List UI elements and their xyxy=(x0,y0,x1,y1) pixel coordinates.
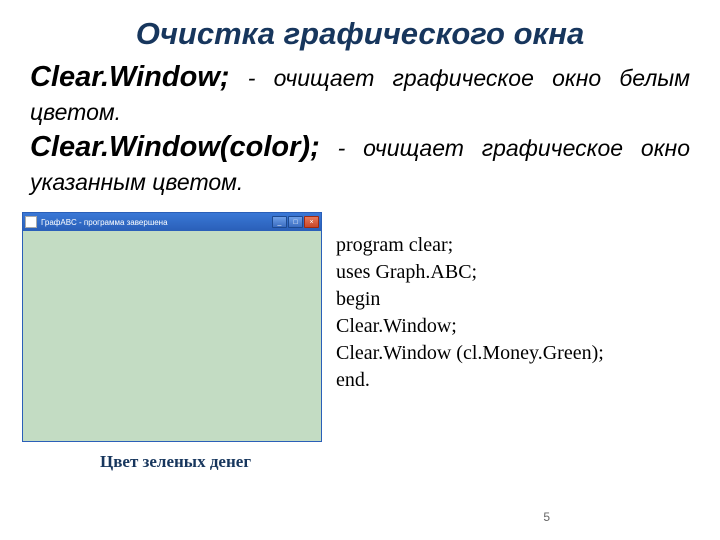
close-button[interactable]: × xyxy=(304,216,319,228)
code-line: Clear.Window; xyxy=(336,313,604,340)
paragraph-1: Clear.Window; - очищает графическое окно… xyxy=(0,58,720,128)
maximize-button[interactable]: □ xyxy=(288,216,303,228)
window-titlebar: ГрафABC - программа завершена _ □ × xyxy=(23,213,321,231)
proc-name-2: Clear.Window(color); xyxy=(30,131,320,163)
content-row: ГрафABC - программа завершена _ □ × prog… xyxy=(0,198,720,442)
code-line: begin xyxy=(336,286,604,313)
code-line: end. xyxy=(336,367,604,394)
paragraph-2: Clear.Window(color); - очищает графическ… xyxy=(0,128,720,198)
window-app-icon xyxy=(25,216,37,228)
code-line: uses Graph.ABC; xyxy=(336,259,604,286)
window-controls: _ □ × xyxy=(272,216,319,228)
page-number: 5 xyxy=(543,510,550,524)
minimize-button[interactable]: _ xyxy=(272,216,287,228)
code-line: program clear; xyxy=(336,232,604,259)
code-line: Clear.Window (cl.Money.Green); xyxy=(336,340,604,367)
proc-name-1: Clear.Window; xyxy=(30,61,230,93)
slide-title: Очистка графического окна xyxy=(0,0,720,58)
color-caption: Цвет зеленых денег xyxy=(0,452,720,472)
code-listing: program clear; uses Graph.ABC; begin Cle… xyxy=(336,206,604,442)
window-title-text: ГрафABC - программа завершена xyxy=(41,218,272,227)
app-window-screenshot: ГрафABC - программа завершена _ □ × xyxy=(22,212,322,442)
